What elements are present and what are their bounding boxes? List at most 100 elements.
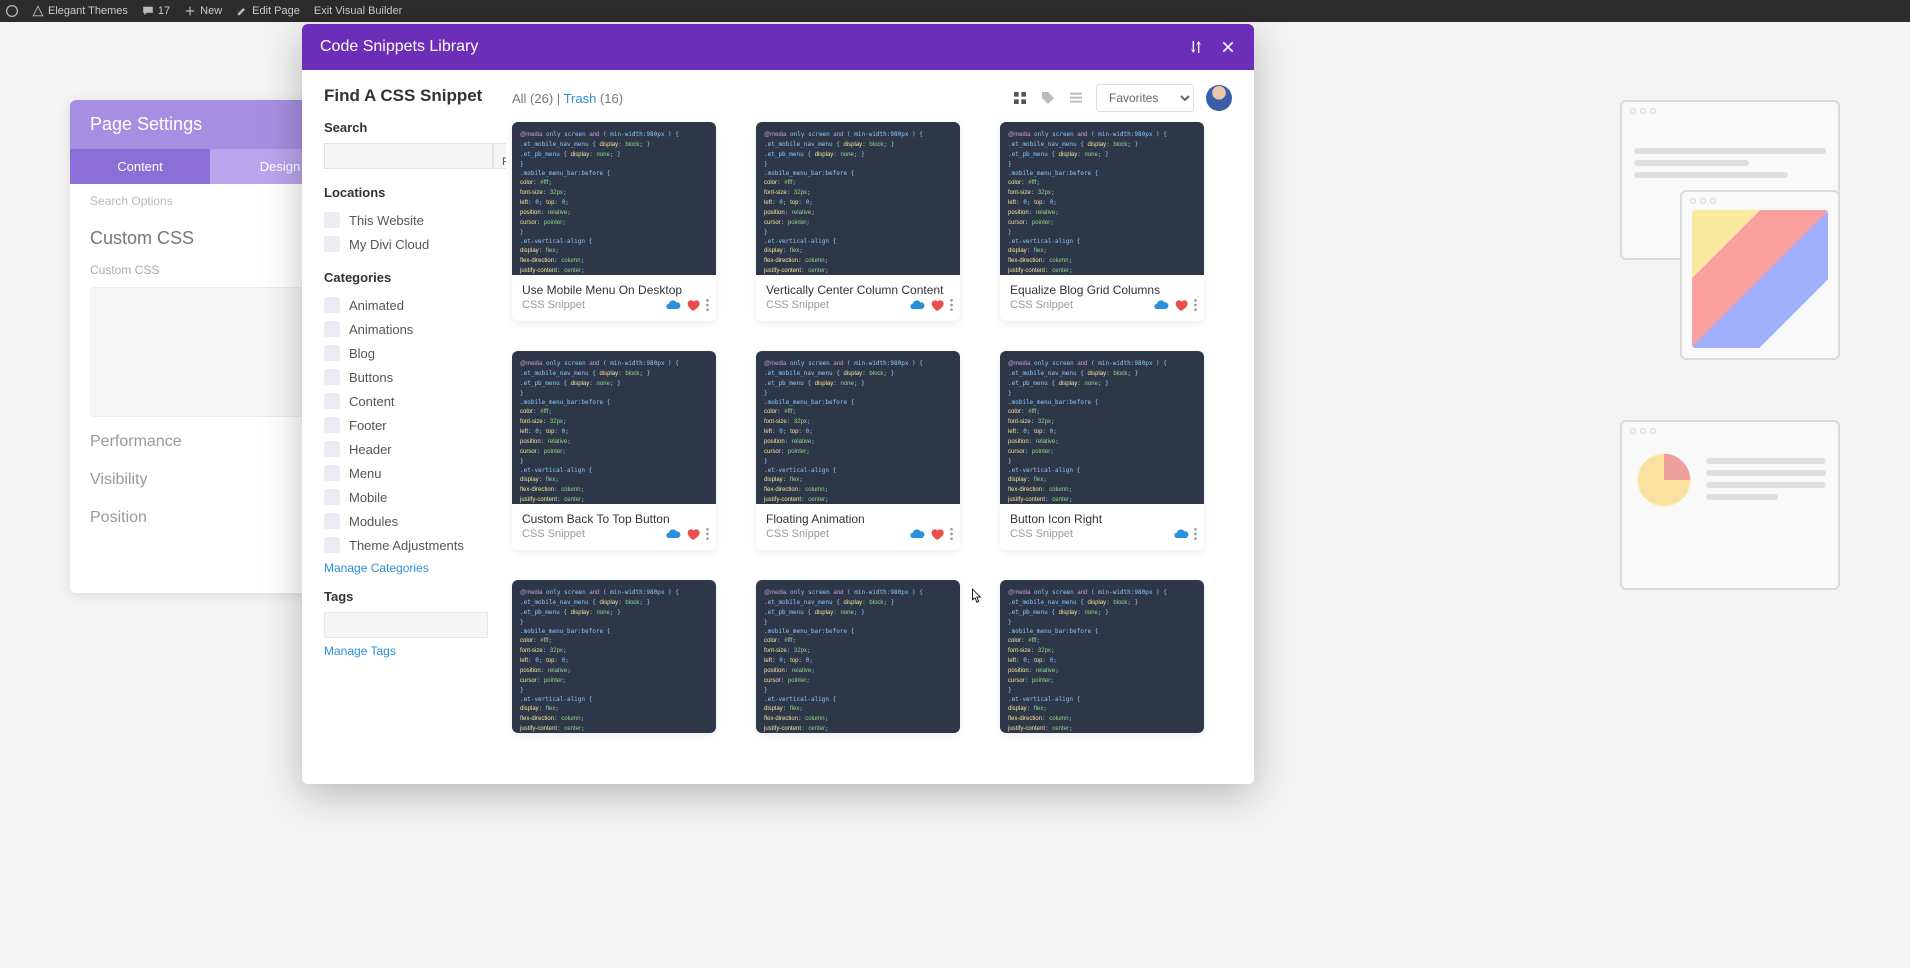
cloud-icon[interactable]	[665, 297, 681, 313]
location-item[interactable]: This Website	[324, 208, 488, 232]
category-item[interactable]: Footer	[324, 413, 488, 437]
filter-button[interactable]: + Filter	[493, 143, 506, 169]
more-icon[interactable]	[705, 297, 710, 313]
wp-new[interactable]: New	[184, 5, 222, 17]
checkbox-icon[interactable]	[324, 321, 340, 337]
close-icon[interactable]	[1220, 39, 1236, 55]
tags-label: Tags	[324, 589, 488, 604]
modal-content: All (26) | Trash (16) Favorites @media o…	[506, 70, 1254, 784]
wp-exit-vb[interactable]: Exit Visual Builder	[314, 5, 402, 17]
category-item[interactable]: Blog	[324, 341, 488, 365]
checkbox-icon[interactable]	[324, 537, 340, 553]
cloud-icon[interactable]	[909, 297, 925, 313]
snippet-title: Custom Back To Top Button	[522, 512, 706, 526]
cloud-icon[interactable]	[909, 526, 925, 542]
checkbox-icon[interactable]	[324, 513, 340, 529]
category-label: Header	[349, 442, 392, 457]
snippet-type: CSS Snippet	[1010, 528, 1194, 540]
heart-icon[interactable]	[685, 526, 701, 542]
snippet-card[interactable]: @media only screen and ( min-width:980px…	[512, 351, 716, 550]
wp-logo[interactable]	[6, 5, 18, 17]
snippet-preview: @media only screen and ( min-width:980px…	[512, 351, 716, 504]
checkbox-icon[interactable]	[324, 417, 340, 433]
category-item[interactable]: Modules	[324, 509, 488, 533]
wp-comments[interactable]: 17	[142, 5, 170, 17]
manage-categories-link[interactable]: Manage Categories	[324, 561, 429, 575]
snippet-card[interactable]: @media only screen and ( min-width:980px…	[756, 351, 960, 550]
more-icon[interactable]	[1193, 297, 1198, 313]
category-item[interactable]: Menu	[324, 461, 488, 485]
snippet-card[interactable]: @media only screen and ( min-width:980px…	[756, 122, 960, 321]
tags-input[interactable]	[324, 612, 488, 638]
category-label: Footer	[349, 418, 387, 433]
category-item[interactable]: Mobile	[324, 485, 488, 509]
snippet-preview: @media only screen and ( min-width:980px…	[1000, 351, 1204, 504]
locations-label: Locations	[324, 185, 488, 200]
wp-edit-page[interactable]: Edit Page	[236, 5, 300, 17]
location-label: This Website	[349, 213, 424, 228]
checkbox-icon[interactable]	[324, 465, 340, 481]
category-item[interactable]: Buttons	[324, 365, 488, 389]
location-item[interactable]: My Divi Cloud	[324, 232, 488, 256]
checkbox-icon[interactable]	[324, 393, 340, 409]
category-item[interactable]: Animated	[324, 293, 488, 317]
toolbar: Favorites	[1012, 84, 1232, 112]
checkbox-icon[interactable]	[324, 212, 340, 228]
grid-view-icon[interactable]	[1012, 90, 1028, 106]
cloud-icon[interactable]	[1153, 297, 1169, 313]
checkbox-icon[interactable]	[324, 236, 340, 252]
category-label: Theme Adjustments	[349, 538, 464, 553]
category-item[interactable]: Animations	[324, 317, 488, 341]
more-icon[interactable]	[1193, 526, 1198, 542]
snippet-title: Equalize Blog Grid Columns	[1010, 283, 1194, 297]
category-label: Buttons	[349, 370, 393, 385]
checkbox-icon[interactable]	[324, 297, 340, 313]
heart-icon[interactable]	[929, 297, 945, 313]
tag-view-icon[interactable]	[1040, 90, 1056, 106]
wp-admin-bar: Elegant Themes 17 New Edit Page Exit Vis…	[0, 0, 1910, 22]
count-all[interactable]: All (26)	[512, 91, 553, 106]
sort-select[interactable]: Favorites	[1096, 84, 1194, 112]
category-item[interactable]: Header	[324, 437, 488, 461]
manage-tags-link[interactable]: Manage Tags	[324, 644, 396, 658]
checkbox-icon[interactable]	[324, 369, 340, 385]
snippet-card[interactable]: @media only screen and ( min-width:980px…	[1000, 351, 1204, 550]
snippet-card[interactable]: @media only screen and ( min-width:980px…	[1000, 122, 1204, 321]
location-label: My Divi Cloud	[349, 237, 429, 252]
category-item[interactable]: Content	[324, 389, 488, 413]
more-icon[interactable]	[949, 526, 954, 542]
snippet-preview: @media only screen and ( min-width:980px…	[512, 580, 716, 733]
heart-icon[interactable]	[685, 297, 701, 313]
wp-site-name[interactable]: Elegant Themes	[32, 5, 128, 17]
category-label: Content	[349, 394, 395, 409]
categories-label: Categories	[324, 270, 488, 285]
snippets-grid: @media only screen and ( min-width:980px…	[512, 122, 1236, 733]
cloud-icon[interactable]	[665, 526, 681, 542]
checkbox-icon[interactable]	[324, 345, 340, 361]
tab-content[interactable]: Content	[70, 149, 210, 184]
snippet-preview: @media only screen and ( min-width:980px…	[1000, 122, 1204, 275]
category-label: Animations	[349, 322, 413, 337]
snippet-card[interactable]: @media only screen and ( min-width:980px…	[512, 122, 716, 321]
sort-icon[interactable]	[1188, 39, 1204, 55]
checkbox-icon[interactable]	[324, 489, 340, 505]
heart-icon[interactable]	[1173, 297, 1189, 313]
modal-sidebar: Find A CSS Snippet Search + Filter Locat…	[302, 70, 506, 784]
snippet-card[interactable]: @media only screen and ( min-width:980px…	[512, 580, 716, 733]
avatar[interactable]	[1206, 85, 1232, 111]
heart-icon[interactable]	[929, 526, 945, 542]
count-trash[interactable]: Trash	[564, 91, 597, 106]
search-input[interactable]	[324, 143, 493, 169]
list-view-icon[interactable]	[1068, 90, 1084, 106]
more-icon[interactable]	[705, 526, 710, 542]
snippet-preview: @media only screen and ( min-width:980px…	[756, 351, 960, 504]
checkbox-icon[interactable]	[324, 441, 340, 457]
category-label: Modules	[349, 514, 398, 529]
category-label: Menu	[349, 466, 382, 481]
snippet-card[interactable]: @media only screen and ( min-width:980px…	[1000, 580, 1204, 733]
snippet-preview: @media only screen and ( min-width:980px…	[756, 122, 960, 275]
more-icon[interactable]	[949, 297, 954, 313]
cloud-icon[interactable]	[1173, 526, 1189, 542]
category-item[interactable]: Theme Adjustments	[324, 533, 488, 557]
snippet-card[interactable]: @media only screen and ( min-width:980px…	[756, 580, 960, 733]
